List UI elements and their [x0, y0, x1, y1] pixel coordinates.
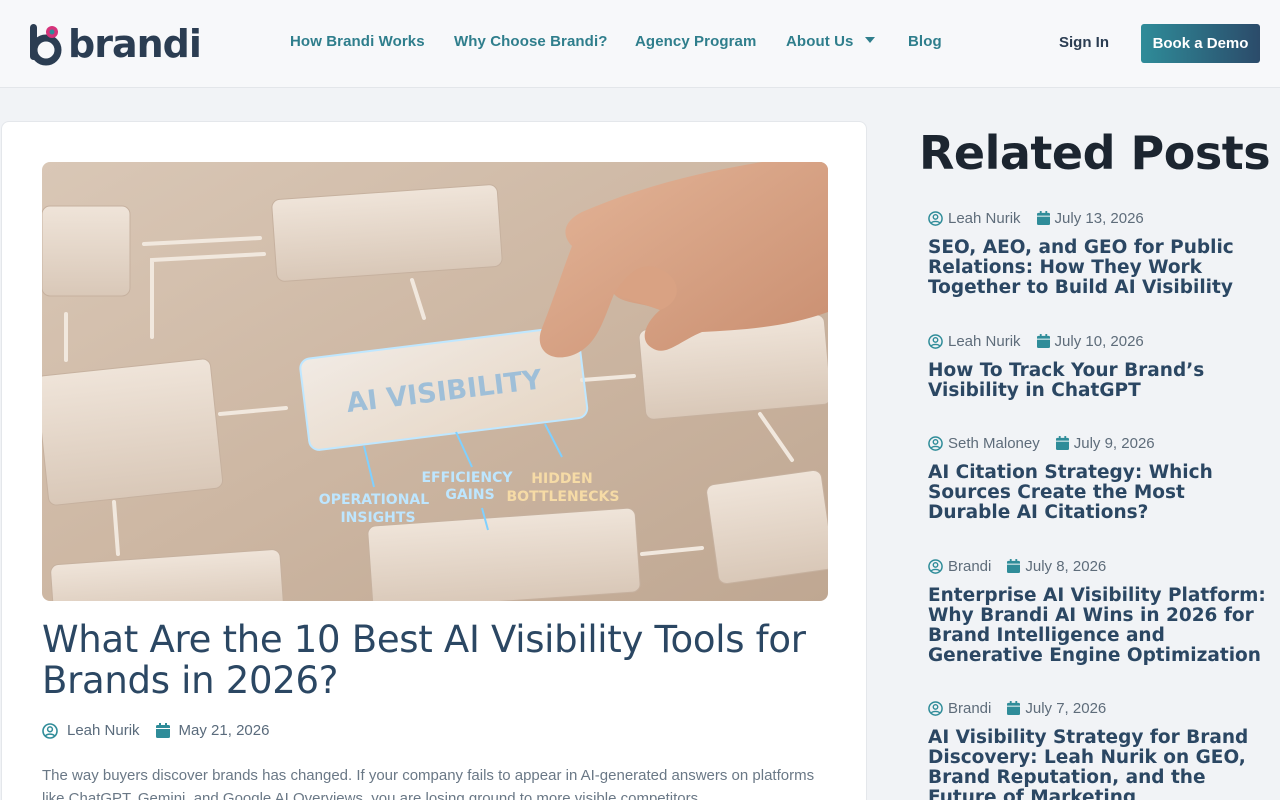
post-author[interactable]: Leah Nurik: [948, 333, 1021, 350]
brand-logo[interactable]: brandi: [28, 22, 202, 66]
hero-text-hidden: HIDDEN: [531, 471, 592, 487]
related-posts-heading: Related Posts: [919, 126, 1271, 180]
brandi-logo-icon: [28, 22, 64, 66]
related-post: Leah Nurik July 13, 2026 SEO, AEO, and G…: [928, 208, 1268, 298]
nav-about-us[interactable]: About Us: [786, 33, 876, 50]
nav-about-us-label: About Us: [786, 33, 854, 50]
post-title-link[interactable]: AI Citation Strategy: Which Sources Crea…: [928, 463, 1268, 523]
nav-why-choose-brandi[interactable]: Why Choose Brandi?: [454, 33, 607, 50]
hero-text-gains: GAINS: [445, 487, 494, 503]
article-meta: Leah Nurik May 21, 2026: [42, 722, 269, 739]
related-post: Brandi July 7, 2026 AI Visibility Strate…: [928, 698, 1268, 800]
nav-agency-program[interactable]: Agency Program: [635, 33, 756, 50]
post-author[interactable]: Seth Maloney: [948, 435, 1040, 452]
chevron-down-icon: [865, 37, 876, 44]
post-date: July 9, 2026: [1073, 434, 1155, 452]
article-author[interactable]: Leah Nurik: [67, 722, 140, 739]
author-icon: [928, 210, 943, 226]
article-title[interactable]: What Are the 10 Best AI Visibility Tools…: [42, 619, 832, 701]
post-date: July 7, 2026: [1025, 699, 1107, 717]
hero-text-efficiency: EFFICIENCY: [421, 470, 513, 486]
calendar-icon: [155, 723, 170, 738]
post-author[interactable]: Brandi: [948, 558, 991, 575]
author-icon: [928, 700, 943, 716]
author-icon: [42, 722, 58, 739]
article-hero-image[interactable]: AI VISIBILITY OPERATIONAL INSIGHTS EFFIC…: [42, 162, 828, 601]
hero-text-insights: INSIGHTS: [340, 510, 415, 526]
calendar-icon: [1055, 436, 1069, 450]
brand-wordmark: brandi: [68, 22, 202, 66]
article-card: AI VISIBILITY OPERATIONAL INSIGHTS EFFIC…: [1, 121, 867, 800]
post-author[interactable]: Leah Nurik: [948, 210, 1021, 227]
sign-in-link[interactable]: Sign In: [1059, 34, 1109, 51]
post-title-link[interactable]: AI Visibility Strategy for Brand Discove…: [928, 728, 1268, 800]
hero-text-operational: OPERATIONAL: [319, 492, 429, 508]
nav-blog[interactable]: Blog: [908, 33, 942, 50]
article-excerpt: The way buyers discover brands has chang…: [42, 767, 815, 800]
hero-text-bottlenecks: BOTTLENECKS: [507, 489, 620, 505]
calendar-icon: [1036, 334, 1050, 348]
related-post: Brandi July 8, 2026 Enterprise AI Visibi…: [928, 556, 1268, 666]
post-author[interactable]: Brandi: [948, 700, 991, 717]
post-title-link[interactable]: Enterprise AI Visibility Platform: Why B…: [928, 586, 1268, 666]
book-demo-button[interactable]: Book a Demo: [1141, 24, 1260, 63]
post-title-link[interactable]: SEO, AEO, and GEO for Public Relations: …: [928, 238, 1268, 298]
post-date: July 13, 2026: [1054, 209, 1144, 227]
post-date: July 8, 2026: [1025, 557, 1107, 575]
article-date: May 21, 2026: [178, 722, 270, 739]
calendar-icon: [1036, 211, 1050, 225]
author-icon: [928, 558, 943, 574]
nav-how-brandi-works[interactable]: How Brandi Works: [290, 33, 425, 50]
related-post: Seth Maloney July 9, 2026 AI Citation St…: [928, 433, 1268, 523]
calendar-icon: [1007, 559, 1021, 573]
calendar-icon: [1007, 701, 1021, 715]
related-post: Leah Nurik July 10, 2026 How To Track Yo…: [928, 331, 1268, 401]
site-header: brandi How Brandi Works Why Choose Brand…: [0, 0, 1280, 88]
author-icon: [928, 333, 943, 349]
post-title-link[interactable]: How To Track Your Brand’s Visibility in …: [928, 361, 1268, 401]
author-icon: [928, 435, 943, 451]
post-date: July 10, 2026: [1054, 332, 1144, 350]
